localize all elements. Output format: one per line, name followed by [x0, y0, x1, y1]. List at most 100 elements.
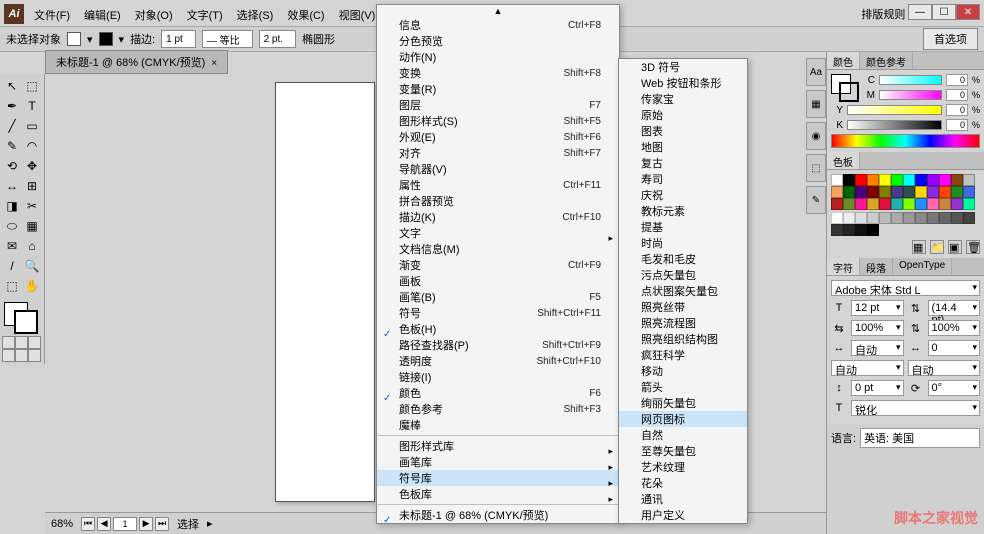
submenu-item[interactable]: 污点矢量包 — [619, 267, 747, 283]
menu-item[interactable]: 对齐Shift+F7 — [377, 145, 619, 161]
tab-paragraph[interactable]: 段落 — [860, 258, 893, 275]
submenu-item[interactable]: Web 按钮和条形 — [619, 75, 747, 91]
menu-item[interactable]: 图形样式库 — [377, 438, 619, 454]
gray-swatch[interactable] — [843, 224, 855, 236]
last-icon[interactable]: ⏭ — [155, 517, 169, 531]
gray-swatch[interactable] — [867, 224, 879, 236]
gray-swatch[interactable] — [903, 212, 915, 224]
submenu-item[interactable]: 地图 — [619, 139, 747, 155]
close-button[interactable]: ✕ — [956, 4, 980, 20]
swatch[interactable] — [891, 198, 903, 210]
mode-1[interactable] — [15, 336, 28, 349]
menu-item[interactable]: 导航器(V) — [377, 161, 619, 177]
menu-item[interactable]: 符号Shift+Ctrl+F11 — [377, 305, 619, 321]
tab-swatches[interactable]: 色板 — [827, 152, 860, 169]
menu-item[interactable]: 颜色参考Shift+F3 — [377, 401, 619, 417]
tool-19[interactable]: 🔍 — [22, 256, 42, 276]
tab-color-guide[interactable]: 颜色参考 — [860, 52, 913, 69]
color-slider[interactable] — [879, 90, 942, 100]
gray-swatch[interactable] — [843, 212, 855, 224]
document-tab[interactable]: 未标题-1 @ 68% (CMYK/预览)× — [45, 50, 228, 74]
menu-5[interactable]: 效果(C) — [281, 4, 330, 24]
tool-16[interactable]: ✉ — [2, 236, 22, 256]
submenu-item[interactable]: 教标元素 — [619, 203, 747, 219]
mode-0[interactable] — [2, 336, 15, 349]
menu-item[interactable]: 未标题-1 @ 68% (CMYK/预览) — [377, 507, 619, 523]
tool-17[interactable]: ⌂ — [22, 236, 42, 256]
menu-item[interactable]: 符号库 — [377, 470, 619, 486]
swatch[interactable] — [867, 198, 879, 210]
swatch[interactable] — [855, 174, 867, 186]
swatch[interactable] — [915, 174, 927, 186]
stroke-weight-select[interactable]: 1 pt — [161, 30, 196, 48]
new-icon[interactable]: ▣ — [948, 240, 962, 254]
submenu-item[interactable]: 绚丽矢量包 — [619, 395, 747, 411]
tool-20[interactable]: ⬚ — [2, 276, 22, 296]
collapsed-panel-3[interactable]: ⬚ — [806, 154, 826, 182]
language-select[interactable]: 英语: 美国 — [860, 428, 980, 448]
submenu-item[interactable]: 庆祝 — [619, 187, 747, 203]
prev-icon[interactable]: ◀ — [97, 517, 111, 531]
hscale-select[interactable]: 100% — [851, 320, 904, 336]
gray-swatch[interactable] — [855, 224, 867, 236]
swatch[interactable] — [855, 198, 867, 210]
menu-item[interactable]: 路径查找器(P)Shift+Ctrl+F9 — [377, 337, 619, 353]
submenu-item[interactable]: 疯狂科学 — [619, 347, 747, 363]
gray-swatch[interactable] — [939, 212, 951, 224]
swatch[interactable] — [879, 174, 891, 186]
swatch[interactable] — [843, 186, 855, 198]
menu-item[interactable]: 画笔库 — [377, 454, 619, 470]
color-slider[interactable] — [847, 120, 942, 130]
next-icon[interactable]: ▶ — [139, 517, 153, 531]
swatch[interactable] — [951, 186, 963, 198]
swatch[interactable] — [867, 186, 879, 198]
submenu-item[interactable]: 照亮组织结构图 — [619, 331, 747, 347]
submenu-item[interactable]: 通讯 — [619, 491, 747, 507]
menu-2[interactable]: 对象(O) — [129, 4, 179, 24]
tool-2[interactable]: ✒ — [2, 96, 22, 116]
tool-14[interactable]: ⬭ — [2, 216, 22, 236]
swatch[interactable] — [879, 186, 891, 198]
swatch[interactable] — [843, 198, 855, 210]
layout-button[interactable]: 排版规则 ▾ — [861, 6, 914, 22]
collapsed-panel-0[interactable]: Aa — [806, 58, 826, 86]
menu-0[interactable]: 文件(F) — [28, 4, 76, 24]
submenu-item[interactable]: 图表 — [619, 123, 747, 139]
mode-5[interactable] — [28, 349, 41, 362]
swatch[interactable] — [963, 186, 975, 198]
submenu-item[interactable]: 时尚 — [619, 235, 747, 251]
tool-15[interactable]: ▦ — [22, 216, 42, 236]
color-slider[interactable] — [879, 75, 942, 85]
menu-item[interactable]: 透明度Shift+Ctrl+F10 — [377, 353, 619, 369]
tool-5[interactable]: ▭ — [22, 116, 42, 136]
baseline-select[interactable]: 0 pt — [851, 380, 904, 396]
menu-item[interactable]: 颜色F6 — [377, 385, 619, 401]
stroke-swatch[interactable] — [99, 32, 113, 46]
mode-2[interactable] — [28, 336, 41, 349]
swatch[interactable] — [963, 198, 975, 210]
swatch[interactable] — [867, 174, 879, 186]
folder-icon[interactable]: 📁 — [930, 240, 944, 254]
pt2-select[interactable]: 2 pt. — [259, 30, 296, 48]
submenu-item[interactable]: 花朵 — [619, 475, 747, 491]
swatch[interactable] — [879, 198, 891, 210]
swatch[interactable] — [843, 174, 855, 186]
color-slider[interactable] — [847, 105, 942, 115]
submenu-item[interactable]: 3D 符号 — [619, 59, 747, 75]
swatch[interactable] — [891, 174, 903, 186]
menu-item[interactable]: 文字 — [377, 225, 619, 241]
swatch[interactable] — [951, 198, 963, 210]
auto2-select[interactable]: 自动 — [908, 360, 981, 376]
swatch[interactable] — [951, 174, 963, 186]
scroll-up-icon[interactable]: ▲ — [377, 5, 619, 17]
menu-item[interactable]: 图层F7 — [377, 97, 619, 113]
swatch[interactable] — [891, 186, 903, 198]
menu-item[interactable]: 动作(N) — [377, 49, 619, 65]
menu-item[interactable]: 分色预览 — [377, 33, 619, 49]
menu-item[interactable]: 图形样式(S)Shift+F5 — [377, 113, 619, 129]
minimize-button[interactable]: — — [908, 4, 932, 20]
menu-1[interactable]: 编辑(E) — [78, 4, 127, 24]
close-icon[interactable]: × — [211, 58, 217, 69]
leading-select[interactable]: (14.4 pt) — [928, 300, 981, 316]
menu-item[interactable]: 变量(R) — [377, 81, 619, 97]
